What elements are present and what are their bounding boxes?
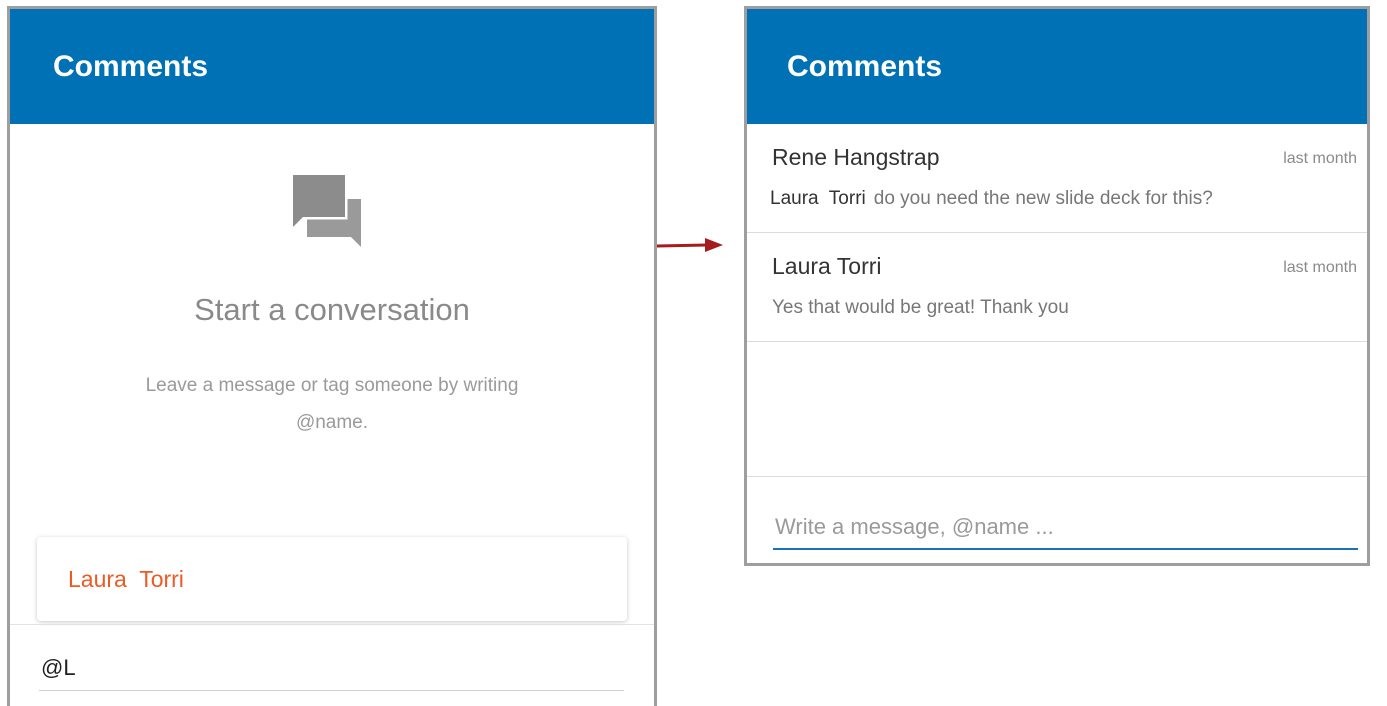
comment-text: Yes that would be great! Thank you: [772, 297, 1069, 318]
comment-mention[interactable]: Laura Torri: [770, 188, 866, 209]
comment-body: Laura Torri do you need the new slide dec…: [770, 188, 1213, 210]
empty-state-subtitle: Leave a message or tag someone by writin…: [145, 375, 519, 433]
mention-suggestion[interactable]: Laura Torri: [37, 537, 627, 621]
comment-author: Rene Hangstrap: [772, 144, 940, 170]
comment-author: Laura Torri: [772, 253, 882, 279]
message-input[interactable]: [773, 506, 1358, 550]
comment-body: Yes that would be great! Thank you: [772, 297, 1069, 319]
comments-header: Comments: [10, 9, 654, 124]
message-input[interactable]: [39, 645, 624, 691]
divider: [10, 624, 654, 625]
comment-timestamp: last month: [1283, 259, 1357, 276]
comments-title: Comments: [787, 49, 943, 83]
comments-header: Comments: [747, 9, 1367, 124]
comment-item: Rene Hangstrap last month Laura Torri do …: [747, 124, 1367, 233]
divider: [747, 476, 1367, 477]
comment-item: Laura Torri last month Yes that would be…: [747, 233, 1367, 342]
comment-timestamp: last month: [1283, 150, 1357, 167]
arrow-right-icon: [656, 238, 723, 252]
comments-panel-right: Comments Rene Hangstrap last month Laura…: [744, 6, 1370, 566]
comments-panel-left: Comments Start a conversation Leave a me…: [7, 6, 657, 706]
empty-state-title: Start a conversation: [194, 292, 470, 327]
chat-bubbles-icon: [293, 175, 361, 247]
comments-title: Comments: [53, 49, 209, 83]
mention-suggestion-label: Laura Torri: [68, 565, 184, 592]
comment-text: do you need the new slide deck for this?: [873, 188, 1213, 209]
